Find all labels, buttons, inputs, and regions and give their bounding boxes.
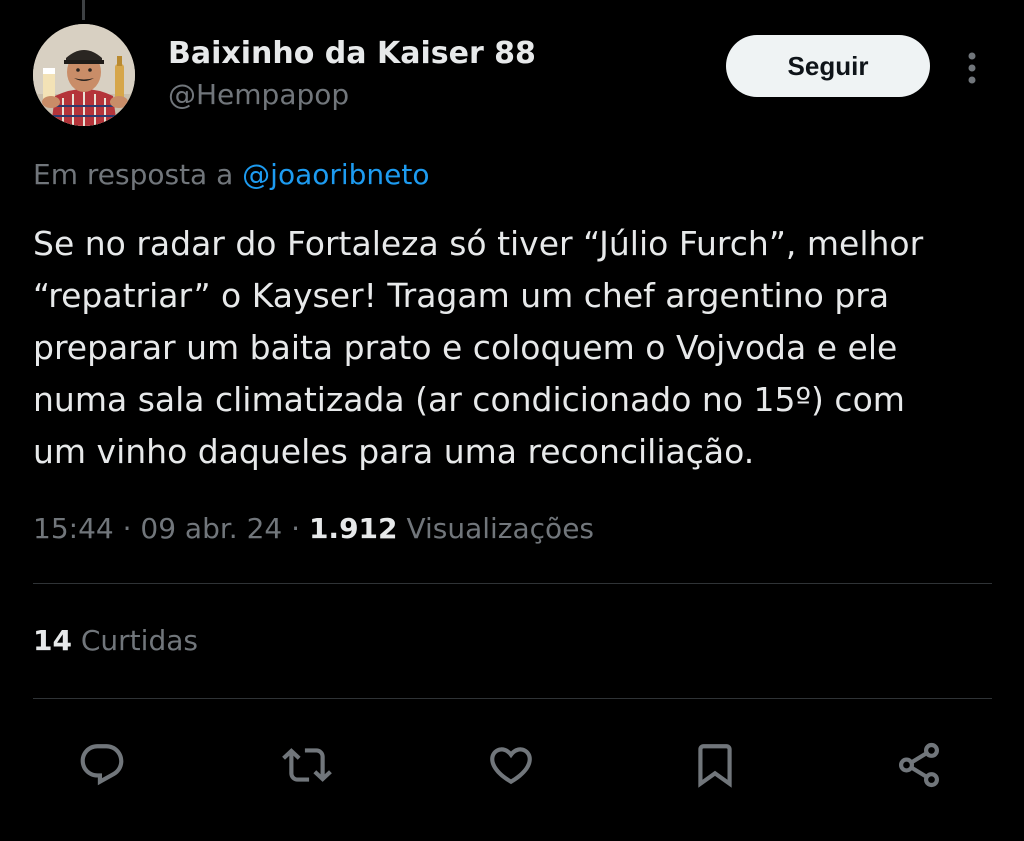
more-vertical-icon [968, 52, 976, 84]
more-button[interactable] [957, 48, 987, 88]
reply-mention-link[interactable]: @joaoribneto [242, 158, 429, 191]
tweet-text-line: Se no radar do Fortaleza só tiver “Júlio… [33, 224, 924, 263]
avatar-photo-icon [33, 24, 135, 126]
reply-icon [80, 744, 124, 786]
avatar[interactable] [33, 24, 135, 126]
reply-context-prefix: Em resposta a [33, 158, 234, 191]
heart-icon [490, 747, 532, 785]
tweet-text-line: preparar um baita prato e coloquem o Voj… [33, 328, 898, 367]
tweet-date[interactable]: 09 abr. 24 [140, 512, 282, 545]
tweet-text-line: numa sala climatizada (ar condicionado n… [33, 380, 905, 419]
user-handle[interactable]: @Hempapop [168, 78, 349, 111]
tweet-text-line: um vinho daqueles para uma reconciliação… [33, 432, 755, 471]
views-count: 1.912 [308, 512, 398, 545]
likes-label: Curtidas [80, 624, 198, 657]
follow-button[interactable]: Seguir [726, 35, 930, 97]
views-label: Visualizações [406, 512, 595, 545]
share-icon [899, 742, 939, 788]
bookmark-button[interactable] [687, 737, 743, 793]
bookmark-icon [698, 744, 732, 788]
tweet-time[interactable]: 15:44 [33, 512, 114, 545]
likes-count: 14 [33, 624, 72, 657]
tweet-text: Se no radar do Fortaleza só tiver “Júlio… [33, 218, 1008, 478]
reply-context: Em resposta a @joaoribneto [33, 158, 430, 191]
retweet-icon [282, 748, 332, 782]
retweet-button[interactable] [279, 737, 335, 793]
like-button[interactable] [483, 737, 539, 793]
meta-separator: · [282, 512, 309, 545]
display-name[interactable]: Baixinho da Kaiser 88 [168, 36, 536, 71]
divider [33, 583, 992, 584]
reply-button[interactable] [74, 737, 130, 793]
divider [33, 698, 992, 699]
likes-stat[interactable]: 14 Curtidas [33, 624, 198, 657]
meta-separator: · [113, 512, 141, 545]
tweet-text-line: “repatriar” o Kayser! Tragam um chef arg… [33, 276, 890, 315]
share-button[interactable] [891, 737, 947, 793]
thread-connector-line [82, 0, 85, 20]
tweet-meta: 15:44 · 09 abr. 24 · 1.912 Visualizações [33, 512, 594, 545]
